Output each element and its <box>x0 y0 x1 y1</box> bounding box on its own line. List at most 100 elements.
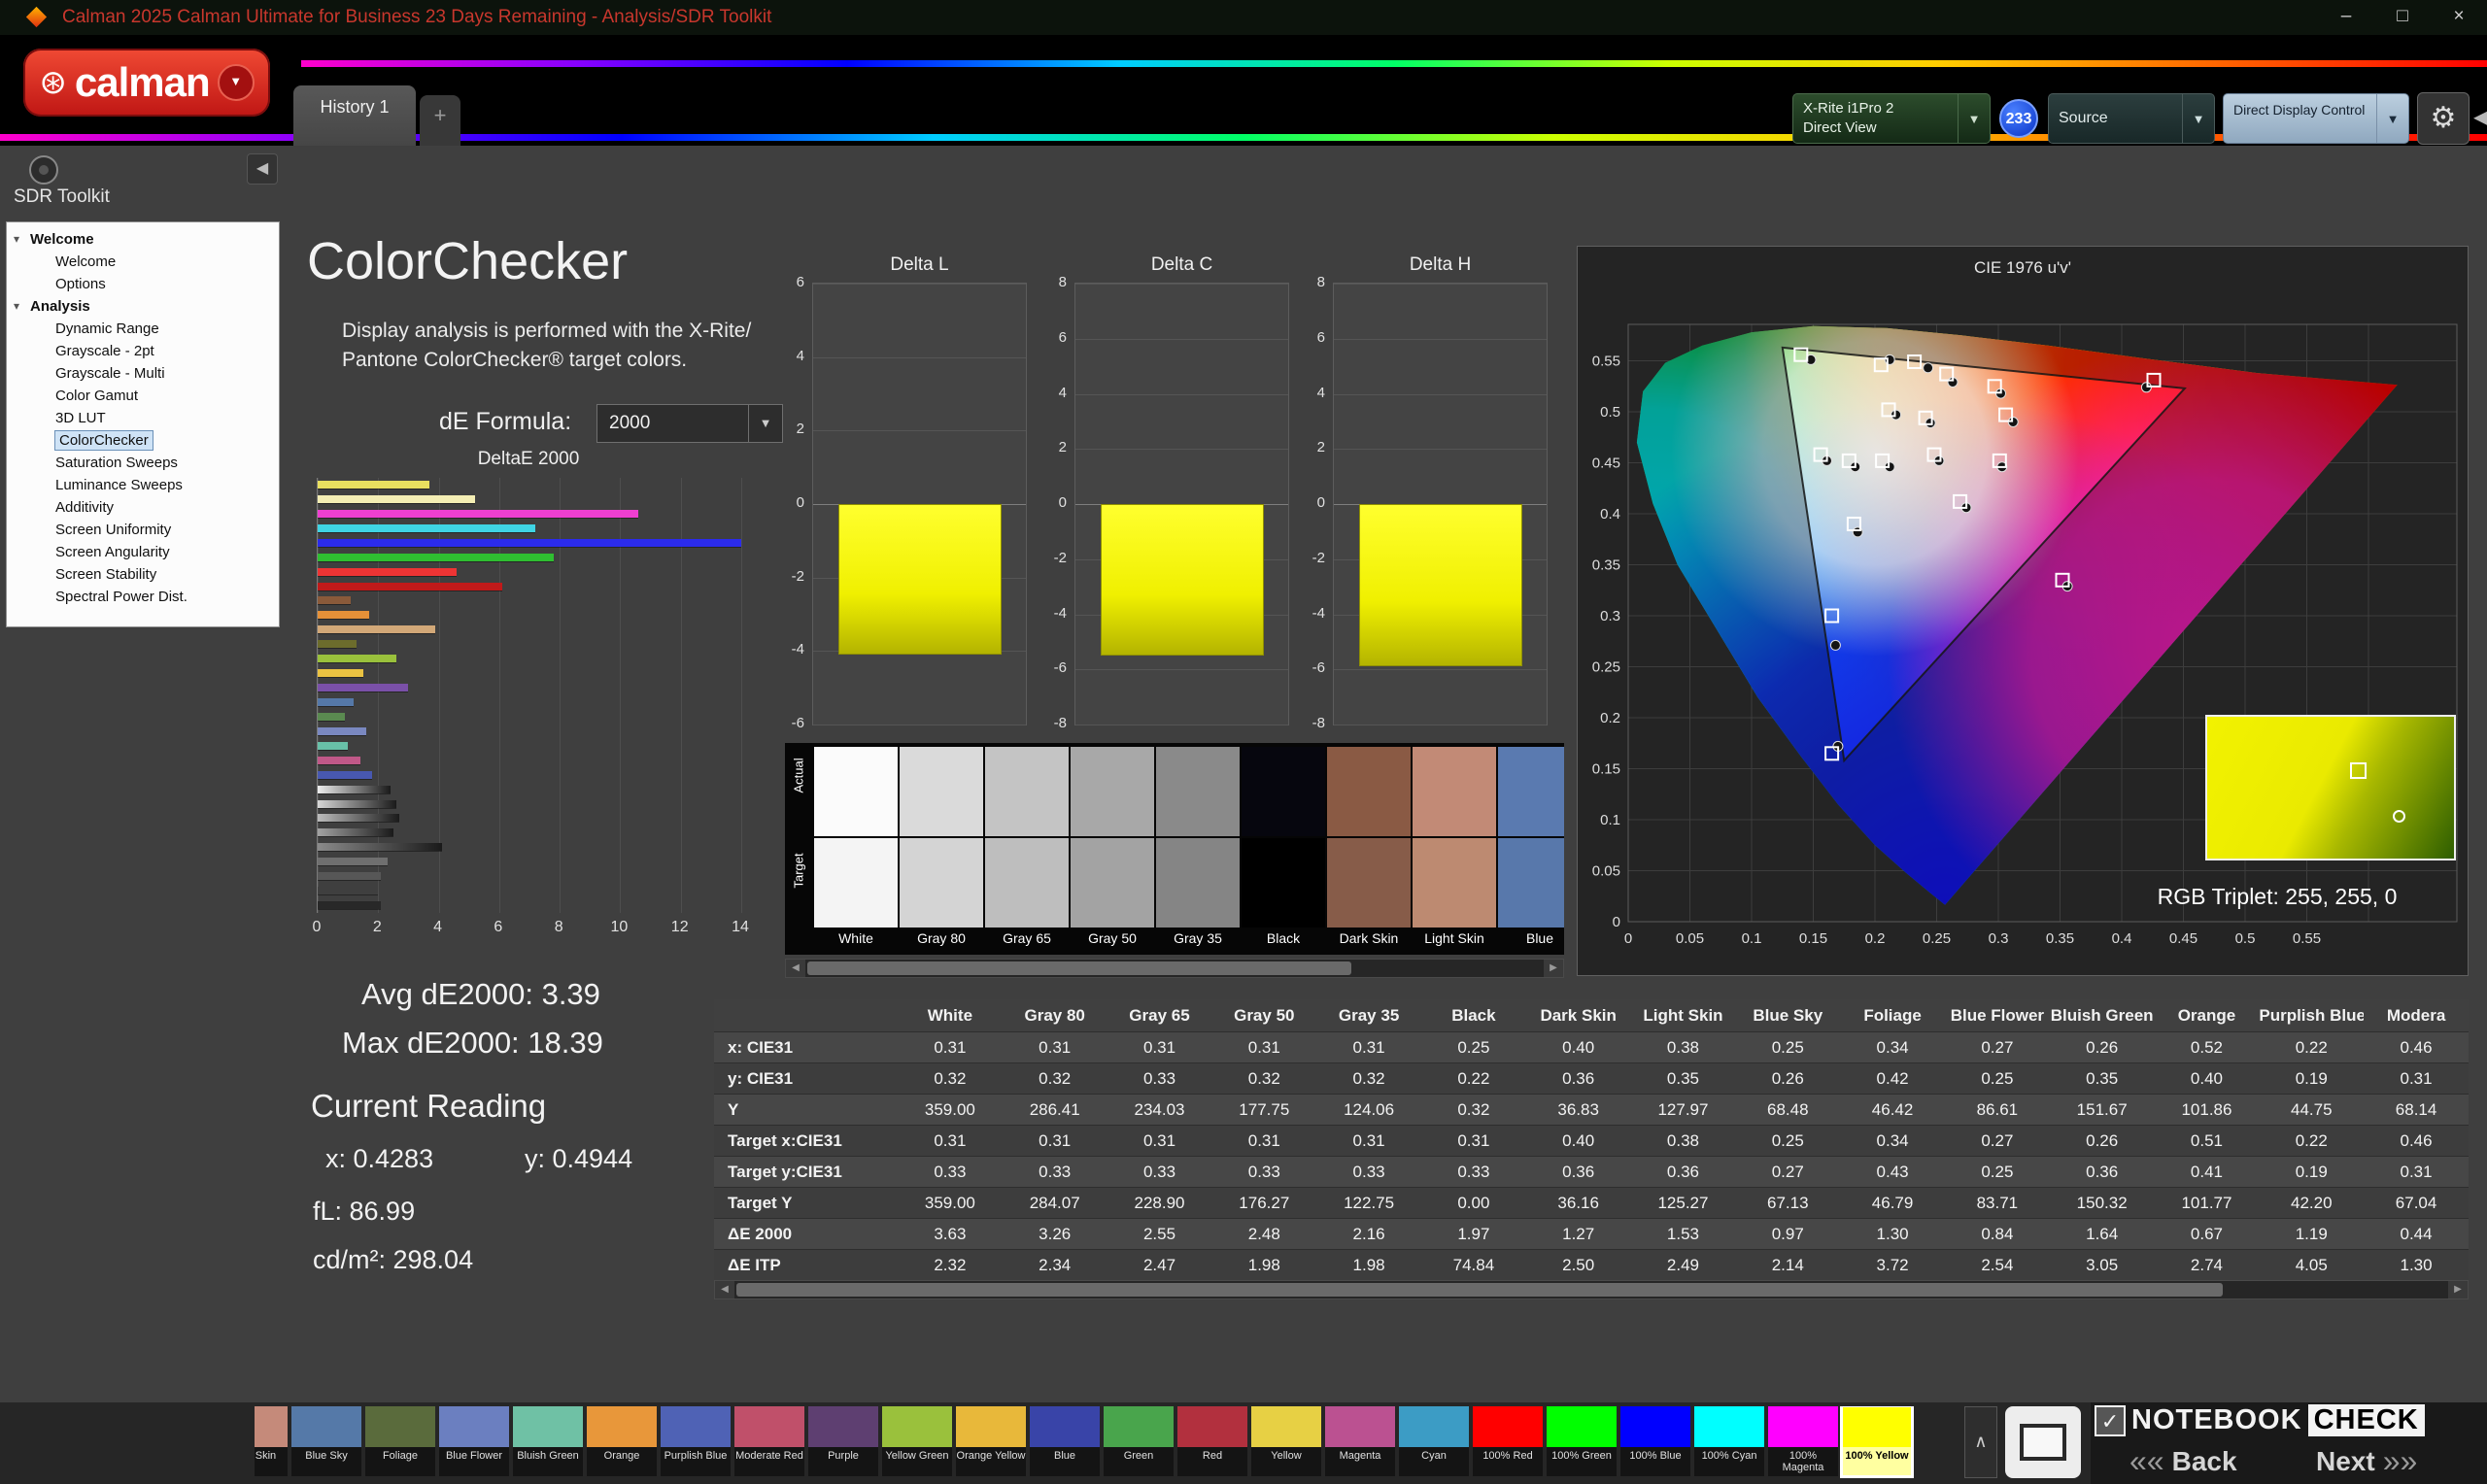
de-formula-dropdown[interactable]: 2000 ▼ <box>596 404 783 443</box>
patch-column-gray-80[interactable]: Gray 80 <box>900 743 983 946</box>
sidebar-item-options[interactable]: Options <box>7 273 279 295</box>
sidebar-item-spectral-power-dist[interactable]: Spectral Power Dist. <box>7 586 279 608</box>
actual-swatch <box>900 747 983 836</box>
patch-button-blue[interactable]: Blue <box>1030 1406 1100 1476</box>
patch-button-orange-yellow[interactable]: Orange Yellow <box>956 1406 1026 1476</box>
table-cell: 0.25 <box>1735 1032 1840 1062</box>
x-tick-label: 4 <box>424 919 453 936</box>
sidebar-item-welcome[interactable]: Welcome <box>7 251 279 273</box>
patch-button-moderate-red[interactable]: Moderate Red <box>734 1406 804 1476</box>
sidebar-item-additivity[interactable]: Additivity <box>7 496 279 519</box>
scroll-left-icon[interactable]: ◀ <box>715 1281 734 1298</box>
sidebar-item-label: Additivity <box>55 499 114 516</box>
sidebar-item-colorchecker[interactable]: ColorChecker <box>7 429 279 452</box>
sidebar-item-grayscale-multi[interactable]: Grayscale - Multi <box>7 362 279 385</box>
x-tick-label: 6 <box>484 919 513 936</box>
tree-collapse-icon[interactable]: ▾ <box>14 228 19 251</box>
back-button[interactable]: «« Back <box>2129 1443 2237 1479</box>
patch-button-red[interactable]: Red <box>1177 1406 1247 1476</box>
patch-button-purple[interactable]: Purple <box>808 1406 878 1476</box>
patch-column-gray-35[interactable]: Gray 35 <box>1156 743 1240 946</box>
sidebar-item-screen-uniformity[interactable]: Screen Uniformity <box>7 519 279 541</box>
expand-toolbar-icon[interactable]: ∧ <box>1964 1406 1997 1478</box>
display-panel-button[interactable] <box>2005 1406 2081 1478</box>
deltae-bar <box>318 786 391 793</box>
patch-button-purplish-blue[interactable]: Purplish Blue <box>661 1406 731 1476</box>
maximize-button[interactable]: □ <box>2374 0 2431 35</box>
patch-button-green[interactable]: Green <box>1104 1406 1174 1476</box>
sidebar-item-saturation-sweeps[interactable]: Saturation Sweeps <box>7 452 279 474</box>
patch-button-100-yellow[interactable]: 100% Yellow <box>1842 1406 1912 1476</box>
patch-button-100-blue[interactable]: 100% Blue <box>1620 1406 1690 1476</box>
deltae-bar <box>318 568 457 576</box>
minimize-button[interactable]: – <box>2318 0 2374 35</box>
patch-button-magenta[interactable]: Magenta <box>1325 1406 1395 1476</box>
meter-dropdown[interactable]: X-Rite i1Pro 2 Direct View ▼ <box>1792 93 1991 144</box>
source-dropdown[interactable]: Source ▼ <box>2048 93 2215 144</box>
workflow-record-button[interactable] <box>29 155 58 185</box>
tab-history-1[interactable]: History 1 <box>293 85 416 146</box>
svg-text:0.15: 0.15 <box>1799 930 1827 947</box>
scroll-left-icon[interactable]: ◀ <box>786 960 805 977</box>
patch-button-light-skin[interactable]: Light Skin <box>255 1406 288 1476</box>
logo-menu-icon[interactable]: ▼ <box>218 64 255 101</box>
close-button[interactable]: × <box>2431 0 2487 35</box>
table-scrollbar[interactable]: ◀ ▶ <box>714 1280 2469 1299</box>
patch-column-light-skin[interactable]: Light Skin <box>1413 743 1496 946</box>
row-label: Target x:CIE31 <box>714 1126 898 1156</box>
calman-logo[interactable]: ⊛ calman ▼ <box>23 49 270 117</box>
next-button[interactable]: Next »» <box>2316 1443 2417 1479</box>
display-control-dropdown[interactable]: Direct Display Control ▼ <box>2223 93 2409 144</box>
scroll-right-icon[interactable]: ▶ <box>1544 960 1563 977</box>
settings-gear-icon[interactable]: ⚙ <box>2417 92 2470 145</box>
table-cell: 67.13 <box>1735 1188 1840 1218</box>
sidebar-item-screen-angularity[interactable]: Screen Angularity <box>7 541 279 563</box>
tree-collapse-icon[interactable]: ▾ <box>14 295 19 318</box>
check-logo-icon: ✓ <box>2095 1405 2126 1436</box>
patch-color <box>1325 1406 1395 1447</box>
patch-column-dark-skin[interactable]: Dark Skin <box>1327 743 1411 946</box>
sidebar-item-grayscale-2pt[interactable]: Grayscale - 2pt <box>7 340 279 362</box>
patch-button-blue-sky[interactable]: Blue Sky <box>291 1406 361 1476</box>
meter-count-badge[interactable]: 233 <box>1999 99 2038 138</box>
patch-button-yellow[interactable]: Yellow <box>1251 1406 1321 1476</box>
scroll-right-icon[interactable]: ▶ <box>2448 1281 2468 1298</box>
patch-button-cyan[interactable]: Cyan <box>1399 1406 1469 1476</box>
column-header: Blue Sky <box>1735 999 1840 1031</box>
patch-column-gray-65[interactable]: Gray 65 <box>985 743 1069 946</box>
collapse-panel-icon[interactable]: ◀ <box>2473 103 2487 131</box>
measured-marker-icon <box>2393 810 2405 823</box>
sidebar-item-dynamic-range[interactable]: Dynamic Range <box>7 318 279 340</box>
deltae-bar <box>318 684 408 691</box>
sidebar-item-screen-stability[interactable]: Screen Stability <box>7 563 279 586</box>
sidebar-item-welcome[interactable]: ▾Welcome <box>7 228 279 251</box>
add-tab-button[interactable]: + <box>420 95 460 146</box>
patch-button-100-red[interactable]: 100% Red <box>1473 1406 1543 1476</box>
deltae-bar <box>318 814 399 822</box>
patch-button-blue-flower[interactable]: Blue Flower <box>439 1406 509 1476</box>
sidebar-item-3d-lut[interactable]: 3D LUT <box>7 407 279 429</box>
sidebar-item-color-gamut[interactable]: Color Gamut <box>7 385 279 407</box>
patch-button-yellow-green[interactable]: Yellow Green <box>882 1406 952 1476</box>
sidebar-collapse-icon[interactable]: ◀ <box>247 153 278 185</box>
patch-column-gray-50[interactable]: Gray 50 <box>1071 743 1154 946</box>
deltae-bar-chart <box>317 478 741 913</box>
measurement-table: WhiteGray 80Gray 65Gray 50Gray 35BlackDa… <box>714 999 2469 1281</box>
table-cell: 0.36 <box>1631 1157 1736 1187</box>
patch-button-foliage[interactable]: Foliage <box>365 1406 435 1476</box>
patch-column-white[interactable]: White <box>814 743 898 946</box>
sidebar-item-analysis[interactable]: ▾Analysis <box>7 295 279 318</box>
patch-button-orange[interactable]: Orange <box>587 1406 657 1476</box>
table-cell: 125.27 <box>1631 1188 1736 1218</box>
patch-button-100-magenta[interactable]: 100% Magenta <box>1768 1406 1838 1476</box>
patch-button-bluish-green[interactable]: Bluish Green <box>513 1406 583 1476</box>
patch-button-100-cyan[interactable]: 100% Cyan <box>1694 1406 1764 1476</box>
patch-column-black[interactable]: Black <box>1242 743 1325 946</box>
svg-text:0.55: 0.55 <box>1592 354 1620 370</box>
sidebar-item-luminance-sweeps[interactable]: Luminance Sweeps <box>7 474 279 496</box>
patch-column-blue[interactable]: Blue <box>1498 743 1564 946</box>
gridline <box>813 284 1026 285</box>
patch-button-100-green[interactable]: 100% Green <box>1547 1406 1617 1476</box>
swatch-scrollbar[interactable]: ◀ ▶ <box>785 959 1564 978</box>
header-strip: ⊛ calman ▼ History 1 + X-Rite i1Pro 2 Di… <box>0 35 2487 146</box>
